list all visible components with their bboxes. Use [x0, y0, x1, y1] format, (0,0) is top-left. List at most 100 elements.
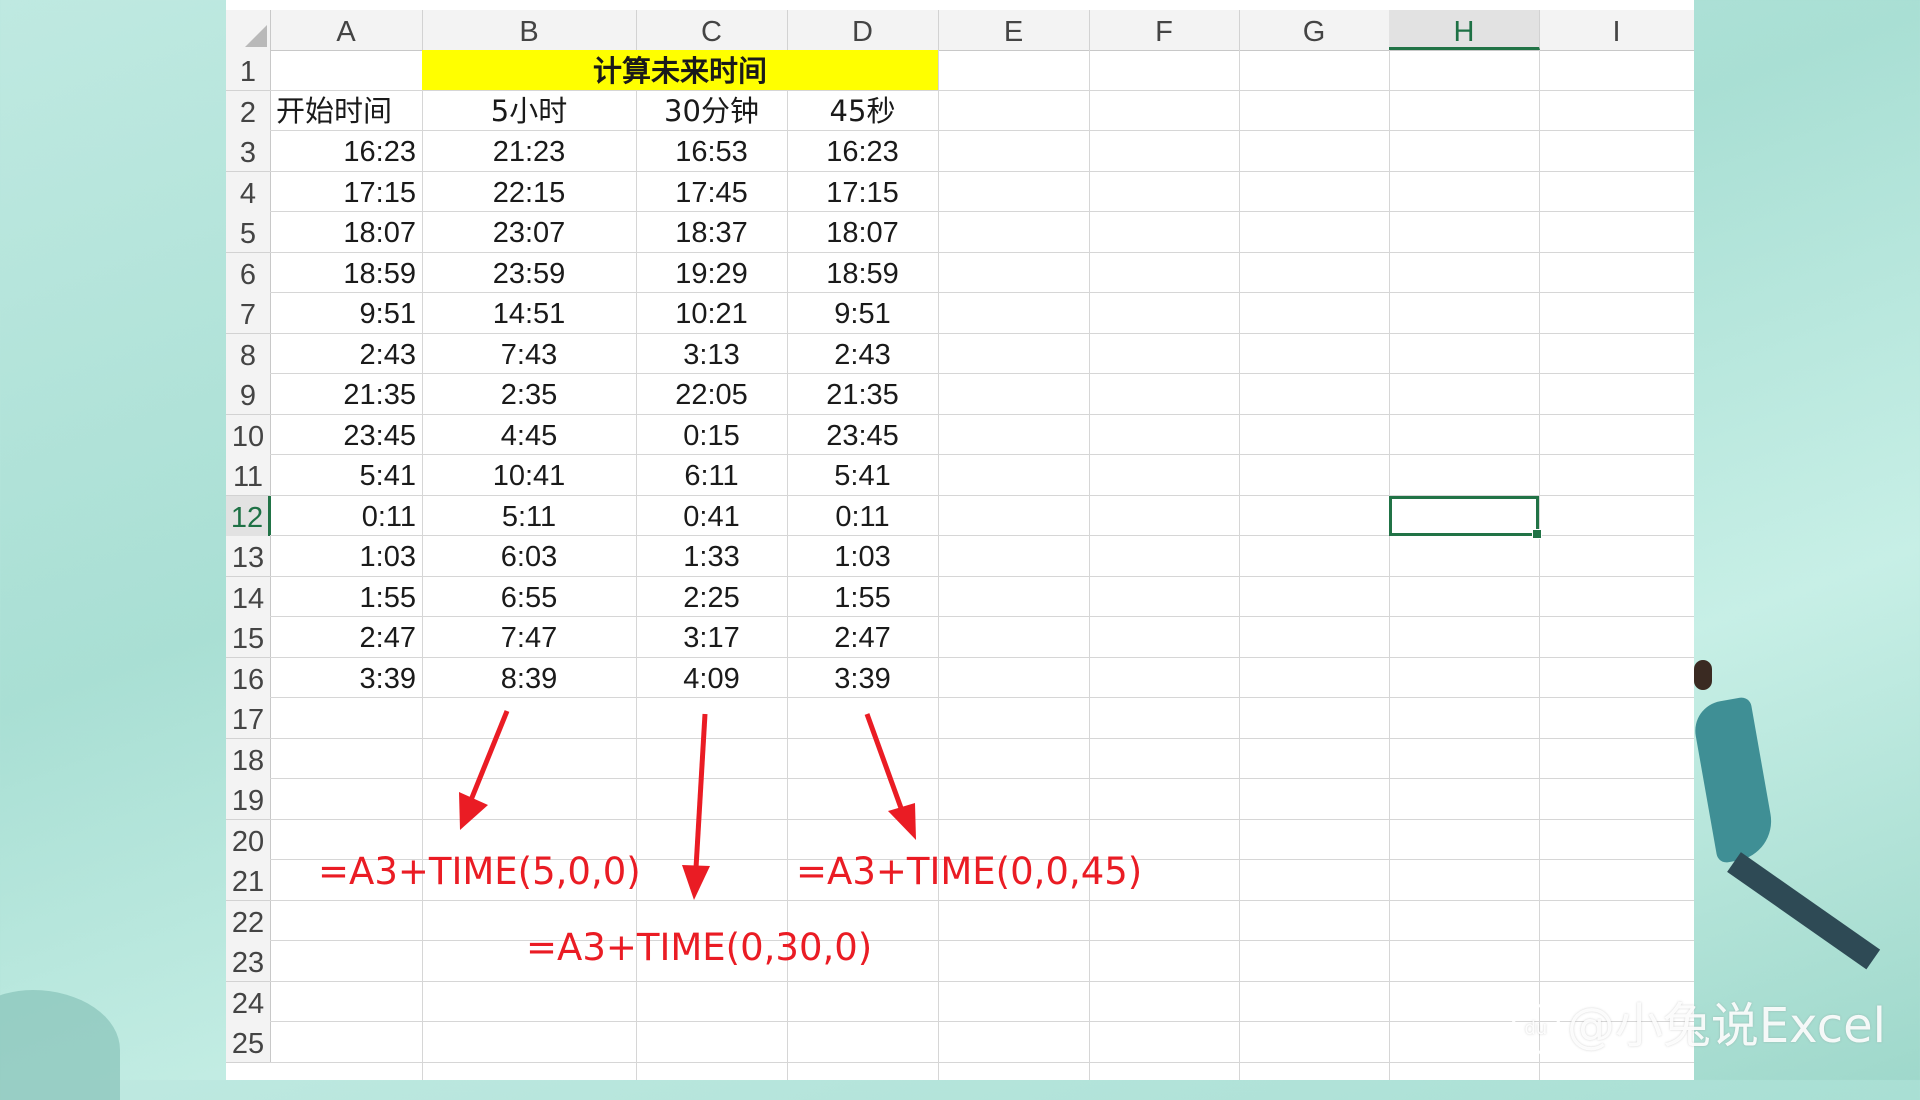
cell-d4[interactable]: 17:15	[787, 172, 938, 212]
cell-a13[interactable]: 1:03	[270, 536, 422, 576]
cell-b15[interactable]: 7:47	[422, 617, 636, 657]
cell-b7[interactable]: 14:51	[422, 293, 636, 333]
cell-b6[interactable]: 23:59	[422, 253, 636, 293]
cell-d16[interactable]: 3:39	[787, 658, 938, 698]
cell-c4[interactable]: 17:45	[636, 172, 787, 212]
cell-d15[interactable]: 2:47	[787, 617, 938, 657]
column-header-d[interactable]: D	[787, 10, 939, 50]
cell-d13[interactable]: 1:03	[787, 536, 938, 576]
cell-b13[interactable]: 6:03	[422, 536, 636, 576]
cell-a12[interactable]: 0:11	[270, 496, 422, 536]
cell-d14[interactable]: 1:55	[787, 577, 938, 617]
cell-b14[interactable]: 6:55	[422, 577, 636, 617]
cell-a11[interactable]: 5:41	[270, 455, 422, 495]
cell-a3[interactable]: 16:23	[270, 131, 422, 171]
cell-d8[interactable]: 2:43	[787, 334, 938, 374]
cell-c15[interactable]: 3:17	[636, 617, 787, 657]
cell-c14[interactable]: 2:25	[636, 577, 787, 617]
selected-cell-h12[interactable]	[1389, 496, 1542, 539]
cell-c12[interactable]: 0:41	[636, 496, 787, 536]
cell-c5[interactable]: 18:37	[636, 212, 787, 252]
cell-a14[interactable]: 1:55	[270, 577, 422, 617]
row-header-18[interactable]: 18	[226, 738, 271, 780]
cell-c13[interactable]: 1:33	[636, 536, 787, 576]
select-all-button[interactable]	[226, 10, 271, 50]
column-header-a[interactable]: A	[270, 10, 423, 50]
cell-b5[interactable]: 23:07	[422, 212, 636, 252]
row-header-20[interactable]: 20	[226, 819, 271, 861]
cell-c16[interactable]: 4:09	[636, 658, 787, 698]
grid-hline	[270, 980, 1694, 982]
cell-a4[interactable]: 17:15	[270, 172, 422, 212]
row-header-5[interactable]: 5	[226, 212, 271, 253]
cell-c10[interactable]: 0:15	[636, 415, 787, 455]
cell-c6[interactable]: 19:29	[636, 253, 787, 293]
row-header-3[interactable]: 3	[226, 131, 271, 172]
cell-b9[interactable]: 2:35	[422, 374, 636, 414]
table-title[interactable]: 计算未来时间	[422, 50, 938, 90]
cell-a16[interactable]: 3:39	[270, 658, 422, 698]
cell-c7[interactable]: 10:21	[636, 293, 787, 333]
paw-logo-icon: du	[1510, 1004, 1561, 1054]
row-header-15[interactable]: 15	[226, 617, 271, 658]
cell-b4[interactable]: 22:15	[422, 172, 636, 212]
cell-a9[interactable]: 21:35	[270, 374, 422, 414]
cell-a6[interactable]: 18:59	[270, 253, 422, 293]
cell-a15[interactable]: 2:47	[270, 617, 422, 657]
column-header-f[interactable]: F	[1089, 10, 1240, 50]
cell-c8[interactable]: 3:13	[636, 334, 787, 374]
cell-d9[interactable]: 21:35	[787, 374, 938, 414]
cell-a10[interactable]: 23:45	[270, 415, 422, 455]
header-45-seconds[interactable]: 45秒	[787, 90, 938, 130]
row-header-4[interactable]: 4	[226, 171, 271, 213]
row-header-22[interactable]: 22	[226, 900, 271, 942]
row-header-17[interactable]: 17	[226, 698, 271, 739]
cell-b10[interactable]: 4:45	[422, 415, 636, 455]
cell-d12[interactable]: 0:11	[787, 496, 938, 536]
row-header-8[interactable]: 8	[226, 333, 271, 375]
cell-c3[interactable]: 16:53	[636, 131, 787, 171]
column-header-b[interactable]: B	[422, 10, 637, 50]
row-header-9[interactable]: 9	[226, 374, 271, 415]
row-header-25[interactable]: 25	[226, 1022, 271, 1063]
row-header-21[interactable]: 21	[226, 860, 271, 901]
row-header-23[interactable]: 23	[226, 941, 271, 982]
row-header-11[interactable]: 11	[226, 455, 271, 496]
row-header-12[interactable]: 12	[226, 495, 271, 537]
header-start-time[interactable]: 开始时间	[270, 90, 422, 130]
row-header-19[interactable]: 19	[226, 779, 271, 820]
column-header-h[interactable]: H	[1389, 10, 1540, 50]
cell-c11[interactable]: 6:11	[636, 455, 787, 495]
row-header-24[interactable]: 24	[226, 981, 271, 1023]
row-header-6[interactable]: 6	[226, 252, 271, 294]
cell-b12[interactable]: 5:11	[422, 496, 636, 536]
row-header-1[interactable]: 1	[226, 50, 271, 91]
column-header-c[interactable]: C	[636, 10, 788, 50]
cell-b3[interactable]: 21:23	[422, 131, 636, 171]
row-header-16[interactable]: 16	[226, 657, 271, 699]
cell-d5[interactable]: 18:07	[787, 212, 938, 252]
row-header-14[interactable]: 14	[226, 576, 271, 618]
cell-b8[interactable]: 7:43	[422, 334, 636, 374]
cell-a7[interactable]: 9:51	[270, 293, 422, 333]
cell-d11[interactable]: 5:41	[787, 455, 938, 495]
column-header-i[interactable]: I	[1539, 10, 1694, 50]
row-header-7[interactable]: 7	[226, 293, 271, 334]
row-header-10[interactable]: 10	[226, 414, 271, 456]
cell-c9[interactable]: 22:05	[636, 374, 787, 414]
cell-b11[interactable]: 10:41	[422, 455, 636, 495]
cell-a5[interactable]: 18:07	[270, 212, 422, 252]
cell-d7[interactable]: 9:51	[787, 293, 938, 333]
row-header-13[interactable]: 13	[226, 536, 271, 577]
row-header-2[interactable]: 2	[226, 90, 271, 132]
column-header-bar: A B C D E F G H I	[226, 10, 1694, 51]
header-5-hours[interactable]: 5小时	[422, 90, 636, 130]
cell-a8[interactable]: 2:43	[270, 334, 422, 374]
cell-d3[interactable]: 16:23	[787, 131, 938, 171]
cell-d10[interactable]: 23:45	[787, 415, 938, 455]
header-30-minutes[interactable]: 30分钟	[636, 90, 787, 130]
column-header-e[interactable]: E	[938, 10, 1090, 50]
cell-b16[interactable]: 8:39	[422, 658, 636, 698]
cell-d6[interactable]: 18:59	[787, 253, 938, 293]
column-header-g[interactable]: G	[1239, 10, 1390, 50]
